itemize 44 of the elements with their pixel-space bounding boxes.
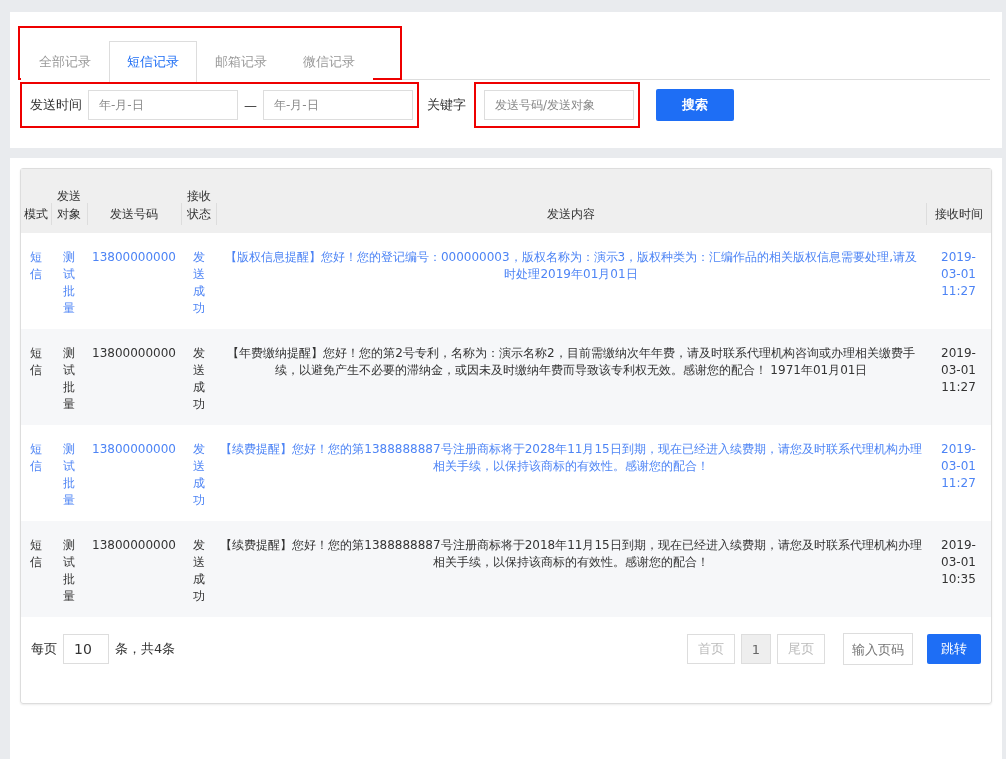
table-cell: 13800000000 xyxy=(87,329,181,425)
total-count: 条，共4条 xyxy=(115,640,176,658)
table-cell: 2019-03-01 10:35 xyxy=(926,521,991,617)
column-header: 接收状态 xyxy=(181,169,216,233)
table-cell: 短信 xyxy=(21,425,51,521)
table-cell: 测试批量 xyxy=(51,233,87,329)
table-cell: 2019-03-01 11:27 xyxy=(926,329,991,425)
table-cell: 【续费提醒】您好！您的第1388888887号注册商标将于2028年11月15日到期，现在已经进入续费期，请您及时联系代理机构办理相关手续，以保持该商标的有效性。感谢您的配合！ xyxy=(216,425,926,521)
table-cell: 【续费提醒】您好！您的第1388888887号注册商标将于2018年11月15日到期，现在已经进入续费期，请您及时联系代理机构办理相关手续，以保持该商标的有效性。感谢您的配合！ xyxy=(216,521,926,617)
table-cell: 发送成功 xyxy=(181,521,216,617)
column-header: 接收时间 xyxy=(926,169,991,233)
table-cell: 短信 xyxy=(21,521,51,617)
table-cell: 发送成功 xyxy=(181,425,216,521)
column-header: 模式 xyxy=(21,169,51,233)
per-page-field[interactable]: 10 xyxy=(63,634,109,664)
table-cell: 13800000000 xyxy=(87,233,181,329)
table-cell: 短信 xyxy=(21,233,51,329)
search-button[interactable]: 搜索 xyxy=(656,89,734,121)
page-button[interactable]: 1 xyxy=(740,634,771,664)
table-cell: 2019-03-01 11:27 xyxy=(926,233,991,329)
record-tab[interactable]: 短信记录 xyxy=(109,41,197,83)
page-number-field[interactable]: 输入页码 xyxy=(843,633,913,665)
table-cell: 短信 xyxy=(21,329,51,425)
table-cell: 测试批量 xyxy=(51,521,87,617)
start-date-field[interactable]: 年-月-日 xyxy=(88,90,238,120)
column-header: 发送号码 xyxy=(87,169,181,233)
date-label: 发送时间 xyxy=(30,96,82,114)
table-cell: 测试批量 xyxy=(51,425,87,521)
table-cell: 2019-03-01 11:27 xyxy=(926,425,991,521)
keyword-label: 关键字 xyxy=(427,96,466,114)
jump-button[interactable]: 跳转 xyxy=(927,634,981,664)
table-cell: 13800000000 xyxy=(87,521,181,617)
date-separator: — xyxy=(244,97,257,113)
column-header: 发送内容 xyxy=(216,169,926,233)
table-cell: 测试批量 xyxy=(51,329,87,425)
table-cell: 【年费缴纳提醒】您好！您的第2号专利，名称为：演示名称2，目前需缴纳次年年费，请及时联系代理机构咨询或办理相关缴费手续，以避免产生不必要的滞纳金，或因未及时缴纳年费而导致该专利权无效。感谢您的配合！ 1971年01月01日 xyxy=(216,329,926,425)
table-cell: 发送成功 xyxy=(181,233,216,329)
table-cell: 13800000000 xyxy=(87,425,181,521)
keyword-field[interactable]: 发送号码/发送对象 xyxy=(484,90,634,120)
end-date-field[interactable]: 年-月-日 xyxy=(263,90,413,120)
table-cell: 发送成功 xyxy=(181,329,216,425)
per-page-label: 每页 xyxy=(31,640,57,658)
table-cell: 【版权信息提醒】您好！您的登记编号：000000003，版权名称为：演示3，版权种类为：汇编作品的相关版权信息需要处理,请及时处理2019年01月01日 xyxy=(216,233,926,329)
column-header: 发送对象 xyxy=(51,169,87,233)
